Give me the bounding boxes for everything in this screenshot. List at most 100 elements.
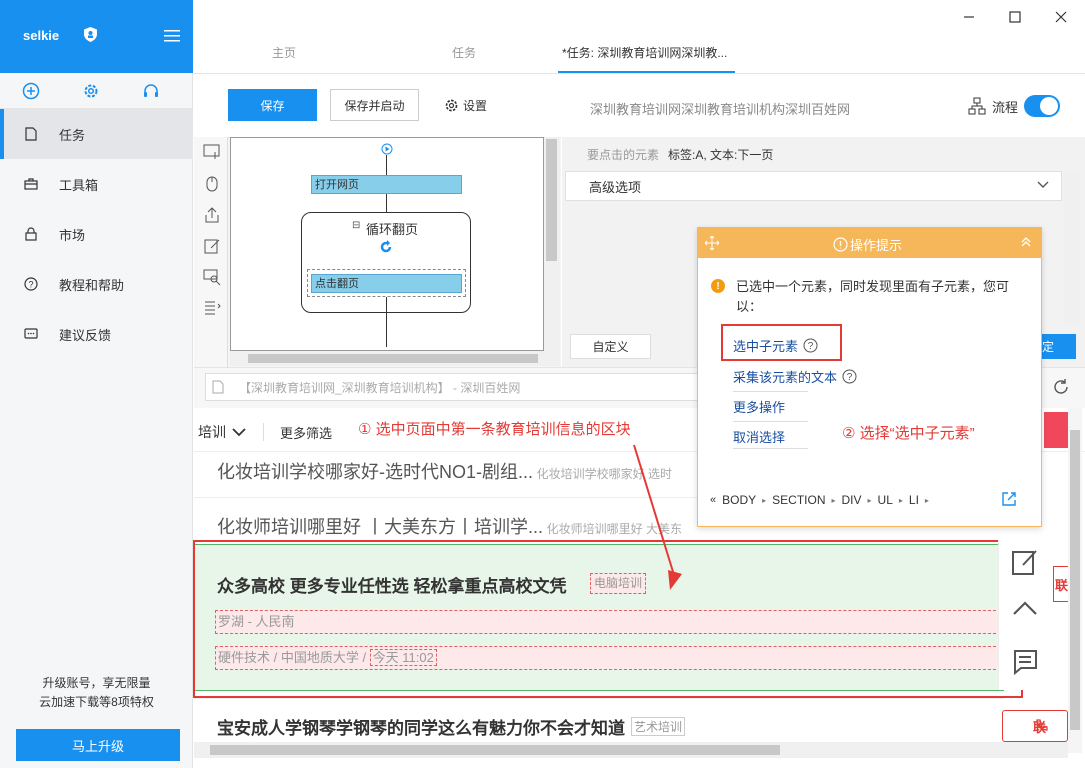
info-icon	[833, 237, 848, 252]
loop-collapse-toggle[interactable]: ⊟	[352, 220, 360, 231]
quick-actions	[0, 73, 193, 109]
sidebar-item-toolbox[interactable]: 工具箱	[0, 159, 193, 209]
edit-icon[interactable]	[203, 237, 221, 255]
filter-training[interactable]: 培训	[198, 422, 246, 442]
move-icon[interactable]	[705, 236, 719, 250]
gear-icon[interactable]	[82, 82, 100, 100]
list-icon[interactable]	[203, 298, 221, 316]
chevron-right-icon: ▸	[924, 495, 929, 505]
upgrade-button[interactable]: 马上升级	[16, 729, 180, 761]
breadcrumb-item[interactable]: BODY	[722, 493, 756, 507]
save-and-run-button[interactable]: 保存并启动	[330, 89, 419, 121]
sidebar-item-label: 任务	[59, 127, 86, 143]
task-url-title: 深圳教育培训网深圳教育培训机构深圳百姓网	[590, 102, 851, 117]
chevron-down-icon[interactable]	[1037, 180, 1049, 190]
contact-button[interactable]: 联	[1053, 566, 1069, 602]
add-circle-icon[interactable]	[22, 82, 40, 100]
annotation-frame-block	[193, 540, 1023, 698]
tab-home[interactable]: 主页	[272, 44, 296, 61]
promo-line: 升级账号，享无限量	[42, 676, 151, 690]
tab-underline	[558, 71, 735, 73]
loop-icon	[380, 240, 392, 253]
list-item-subtitle: 化妆培训学校哪家好 选时	[536, 467, 672, 481]
confirm-button[interactable]: 定	[1040, 334, 1076, 359]
scroll-thumb[interactable]	[210, 745, 780, 755]
scroll-top-icon[interactable]	[1011, 598, 1039, 618]
gear-icon	[445, 99, 458, 112]
operation-tip-panel: 操作提示 ! 已选中一个元素，同时发现里面有子元素，您可以： 选中子元素 ? 采…	[697, 227, 1042, 527]
list-item[interactable]: 化妆培训学校哪家好-选时代NO1-剧组... 化妆培训学校哪家好 选时	[217, 458, 672, 484]
target-element-value: 标签:A, 文本:下一页	[668, 148, 774, 162]
chevron-left-icon[interactable]: «	[710, 494, 716, 506]
svg-text:?: ?	[28, 280, 33, 290]
help-circle-icon[interactable]: ?	[842, 369, 857, 384]
list-item-title: 宝安成人学钢琴学钢琴的同学这么有魅力你不会才知道	[217, 719, 625, 738]
chevron-right-icon: ▸	[762, 495, 767, 505]
tab-current-task[interactable]: *任务: 深圳教育培训网深圳教...	[562, 44, 727, 61]
breadcrumb-item[interactable]: DIV	[842, 493, 862, 507]
panel-vscroll[interactable]	[1064, 171, 1080, 325]
option-more-actions[interactable]: 更多操作	[733, 397, 785, 416]
sidebar-item-task[interactable]: 任务	[0, 109, 193, 159]
flowchart-icon	[968, 97, 986, 115]
scroll-thumb[interactable]	[248, 354, 538, 363]
mouse-icon[interactable]	[203, 175, 221, 193]
chevron-right-icon: ▸	[898, 495, 903, 505]
connector	[386, 194, 387, 212]
inspect-icon[interactable]	[203, 268, 221, 286]
designer-vscroll[interactable]	[544, 137, 560, 351]
sidebar-item-market[interactable]: 市场	[0, 209, 193, 259]
export-icon[interactable]	[203, 206, 221, 224]
sidebar-item-help[interactable]: ? 教程和帮助	[0, 259, 193, 309]
annotation-step1: ① 选中页面中第一条教育培训信息的区块	[358, 421, 631, 438]
advanced-options-select[interactable]: 高级选项	[565, 171, 1062, 201]
maximize-icon[interactable]	[1008, 10, 1022, 24]
divider	[263, 423, 264, 441]
minimize-icon[interactable]	[962, 10, 976, 24]
more-filters[interactable]: 更多筛选	[280, 423, 332, 442]
add-step-icon[interactable]	[203, 143, 221, 161]
custom-button[interactable]: 自定义	[570, 334, 651, 359]
breadcrumb-item[interactable]: SECTION	[772, 493, 825, 507]
page-vscroll[interactable]	[1068, 408, 1082, 753]
phone-icon	[1036, 719, 1048, 731]
option-collect-text[interactable]: 采集该元素的文本 ?	[733, 367, 857, 386]
save-button[interactable]: 保存	[228, 89, 317, 121]
list-item[interactable]: 化妆师培训哪里好 丨大美东方丨培训学... 化妆师培训哪里好 大美东	[217, 513, 682, 539]
annotation-frame-option	[721, 324, 842, 361]
sidebar-item-feedback[interactable]: 建议反馈	[0, 309, 193, 359]
collapse-icon[interactable]	[1020, 236, 1032, 248]
edit-icon[interactable]	[1011, 548, 1039, 578]
list-item-subtitle: 化妆师培训哪里好 大美东	[546, 522, 682, 536]
breadcrumb-item[interactable]: LI	[909, 493, 919, 507]
file-icon	[25, 127, 37, 141]
flow-toggle[interactable]	[1024, 95, 1061, 117]
page-hscroll[interactable]	[194, 742, 1068, 758]
close-icon[interactable]	[1054, 10, 1068, 24]
chat-icon	[24, 328, 38, 339]
breadcrumb-item[interactable]: UL	[878, 493, 893, 507]
headset-icon[interactable]	[142, 82, 160, 100]
tab-tasks[interactable]: 任务	[452, 44, 476, 61]
hamburger-menu-icon[interactable]	[164, 30, 180, 42]
start-node-icon	[381, 143, 393, 155]
designer-hscroll[interactable]	[230, 351, 560, 366]
element-breadcrumb: « BODY ▸ SECTION ▸ DIV ▸ UL ▸ LI ▸	[710, 493, 929, 507]
settings-button[interactable]: 设置	[444, 97, 487, 114]
connector	[386, 297, 387, 347]
scroll-thumb[interactable]	[546, 139, 557, 261]
list-item[interactable]: 宝安成人学钢琴学钢琴的同学这么有魅力你不会才知道 艺术培训	[217, 714, 686, 739]
reload-icon[interactable]	[1052, 378, 1070, 396]
shield-icon[interactable]	[84, 27, 97, 42]
sidebar-item-label: 教程和帮助	[59, 277, 125, 293]
connector	[386, 155, 387, 175]
toolbox-icon	[24, 178, 38, 190]
message-icon[interactable]	[1011, 648, 1039, 676]
external-link-icon[interactable]	[1001, 491, 1017, 507]
scroll-thumb[interactable]	[1070, 430, 1080, 730]
node-open-page[interactable]: 打开网页	[311, 175, 462, 194]
node-click-page[interactable]: 点击翻页	[311, 274, 462, 293]
option-cancel[interactable]: 取消选择	[733, 427, 785, 446]
red-side-tab[interactable]	[1044, 412, 1068, 448]
address-bar[interactable]: 【深圳教育培训网_深圳教育培训机构】 - 深圳百姓网	[205, 373, 700, 401]
